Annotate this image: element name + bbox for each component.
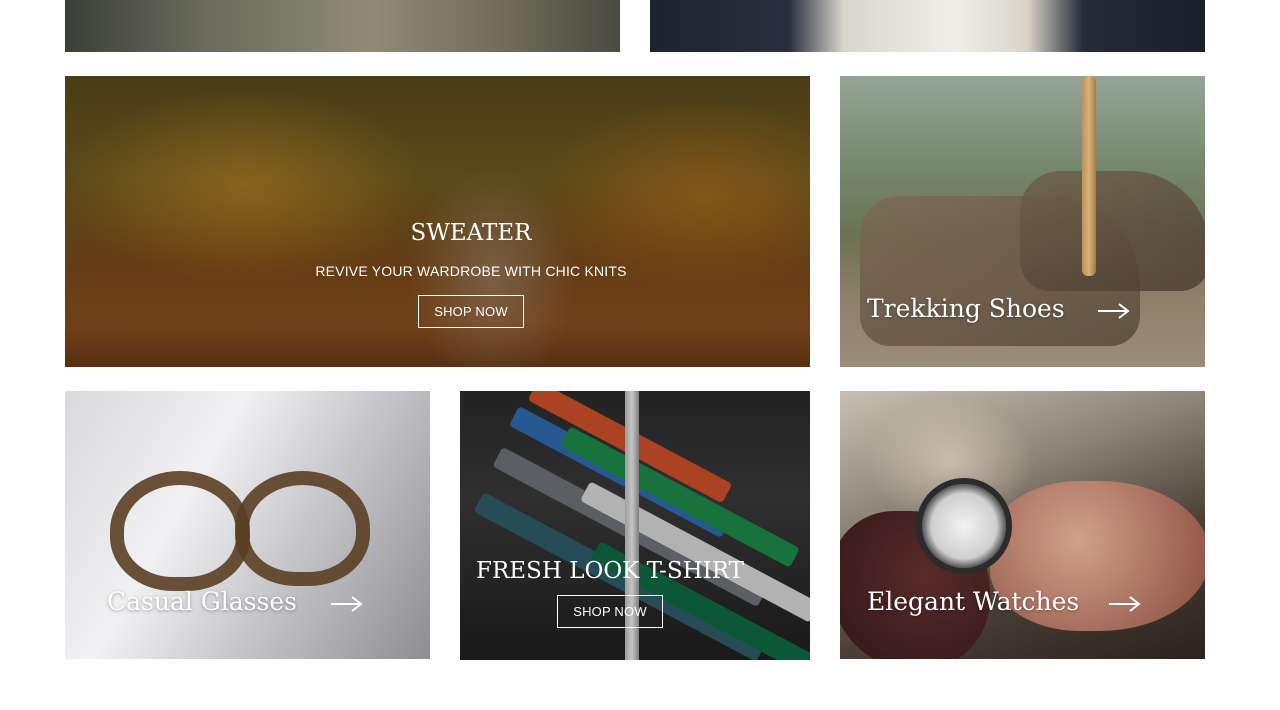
- casual-glasses-title: Casual Glasses: [107, 587, 297, 616]
- top-right-banner-image[interactable]: [650, 0, 1205, 52]
- fresh-look-tshirt-shop-now-button[interactable]: SHOP NOW: [557, 595, 663, 628]
- glasses-lens-left: [110, 471, 250, 591]
- fresh-look-tshirt-tile[interactable]: FRESH LOOK T-SHIRT SHOP NOW: [460, 391, 810, 660]
- casual-glasses-tile[interactable]: Casual Glasses: [65, 391, 430, 659]
- arrow-right-icon[interactable]: [1108, 595, 1142, 613]
- walking-stick-image: [1082, 76, 1096, 276]
- elegant-watches-title: Elegant Watches: [867, 587, 1080, 616]
- fresh-look-tshirt-title: FRESH LOOK T-SHIRT: [476, 558, 744, 584]
- top-left-banner-image[interactable]: [65, 0, 620, 52]
- trekking-shoes-tile[interactable]: Trekking Shoes: [840, 76, 1205, 367]
- sweater-subtitle: REVIVE YOUR WARDROBE WITH CHIC KNITS: [315, 263, 627, 279]
- top-right-banner-background: [650, 0, 1205, 52]
- arrow-right-icon[interactable]: [330, 595, 364, 613]
- trekking-shoe-image-2: [1020, 171, 1205, 291]
- arrow-right-icon[interactable]: [1097, 302, 1131, 320]
- trekking-shoes-title: Trekking Shoes: [867, 294, 1065, 323]
- glasses-lens-right: [235, 471, 370, 586]
- top-left-banner-background: [65, 0, 620, 52]
- sweater-shop-now-button[interactable]: SHOP NOW: [418, 295, 524, 328]
- elegant-watches-tile[interactable]: Elegant Watches: [840, 391, 1205, 659]
- watch-image: [922, 484, 1006, 568]
- sweater-banner[interactable]: SWEATER REVIVE YOUR WARDROBE WITH CHIC K…: [65, 76, 810, 367]
- sweater-title: SWEATER: [410, 220, 532, 246]
